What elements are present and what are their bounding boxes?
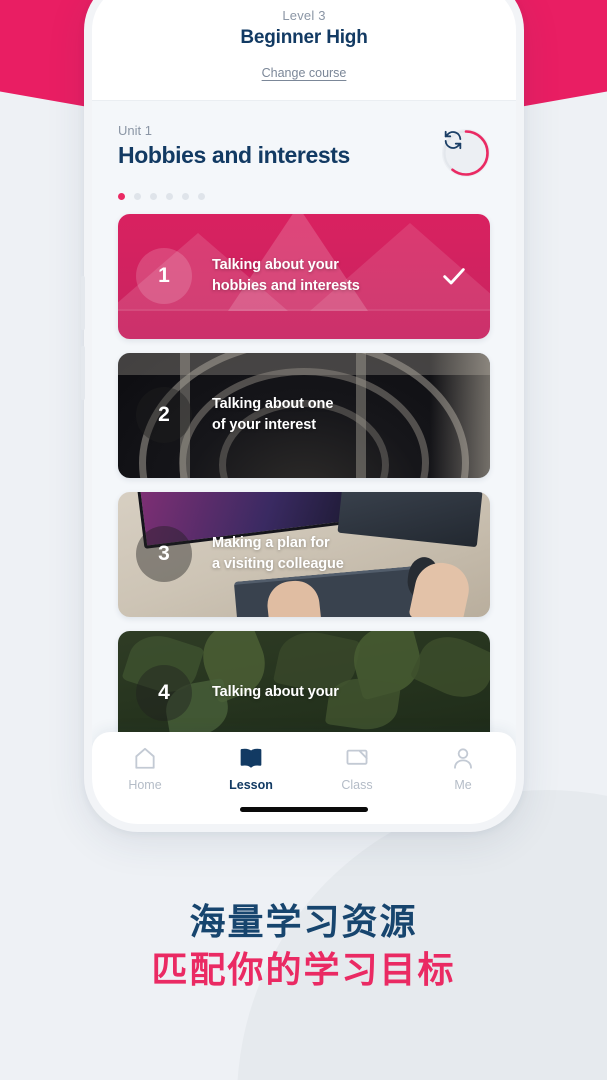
bottom-tab-bar: Home Lesson Class Me bbox=[92, 732, 516, 824]
unit-section: Unit 1 Hobbies and interests bbox=[92, 101, 516, 200]
tab-label-me: Me bbox=[454, 778, 472, 792]
tab-lesson[interactable]: Lesson bbox=[198, 745, 304, 824]
lesson-title-line-2: of your interest bbox=[212, 417, 316, 433]
tab-class[interactable]: Class bbox=[304, 745, 410, 824]
sync-arrows-icon bbox=[444, 130, 462, 149]
checkmark-icon bbox=[443, 268, 465, 285]
lesson-card-title: Talking about one of your interest bbox=[212, 394, 333, 436]
unit-title: Hobbies and interests bbox=[118, 141, 350, 168]
lesson-card[interactable]: 3 Making a plan for a visiting colleague bbox=[118, 491, 490, 617]
lesson-title-line-1: Talking about your bbox=[212, 684, 339, 701]
phone-volume-button-down bbox=[81, 346, 85, 400]
pagination-dot[interactable] bbox=[182, 192, 189, 200]
course-title: Beginner High bbox=[240, 26, 368, 48]
lesson-number-badge: 2 bbox=[136, 387, 192, 443]
pagination-dot[interactable] bbox=[166, 192, 173, 200]
lesson-card-list: 1 Talking about your hobbies and interes… bbox=[92, 200, 516, 756]
level-label: Level 3 bbox=[282, 8, 326, 23]
phone-mockup: Level 3 Beginner High Change course Unit… bbox=[81, 0, 524, 832]
course-header: Level 3 Beginner High Change course bbox=[92, 0, 516, 101]
home-indicator bbox=[240, 807, 368, 812]
unit-label: Unit 1 bbox=[118, 122, 152, 138]
tab-label-home: Home bbox=[128, 778, 162, 792]
unit-pagination-dots[interactable] bbox=[118, 192, 490, 200]
pagination-dot[interactable] bbox=[134, 192, 141, 200]
lesson-number-badge: 3 bbox=[136, 526, 192, 582]
tab-home[interactable]: Home bbox=[92, 745, 198, 824]
lesson-title-line-2: hobbies and interests bbox=[212, 278, 360, 294]
home-icon bbox=[135, 747, 155, 769]
lesson-card-title: Talking about your hobbies and interests bbox=[212, 255, 360, 297]
lesson-title-line-1: Talking about your bbox=[212, 256, 339, 273]
lesson-number-badge: 4 bbox=[136, 665, 192, 721]
lesson-card-title: Making a plan for a visiting colleague bbox=[212, 533, 344, 575]
phone-volume-button-up bbox=[81, 276, 85, 330]
lesson-title-line-2: a visiting colleague bbox=[212, 556, 344, 572]
person-icon bbox=[454, 748, 472, 769]
lesson-card[interactable]: 2 Talking about one of your interest bbox=[118, 352, 490, 478]
lesson-title-line-1: Making a plan for bbox=[212, 534, 330, 551]
marketing-caption: 海量学习资源 匹配你的学习目标 bbox=[0, 898, 607, 993]
change-course-link[interactable]: Change course bbox=[262, 66, 347, 80]
pagination-dot[interactable] bbox=[198, 192, 205, 200]
tab-label-class: Class bbox=[341, 778, 373, 792]
pagination-dot[interactable] bbox=[118, 192, 125, 200]
caption-line-2: 匹配你的学习目标 bbox=[151, 948, 456, 990]
lesson-card[interactable]: 1 Talking about your hobbies and interes… bbox=[118, 213, 490, 339]
screen-icon bbox=[346, 749, 368, 765]
book-icon bbox=[240, 748, 262, 768]
tab-me[interactable]: Me bbox=[410, 745, 516, 824]
refresh-sync-icon[interactable] bbox=[442, 128, 490, 177]
phone-screen: Level 3 Beginner High Change course Unit… bbox=[92, 0, 516, 824]
pagination-dot[interactable] bbox=[150, 192, 157, 200]
lesson-title-line-1: Talking about one bbox=[212, 395, 334, 412]
app-screenshot: Level 3 Beginner High Change course Unit… bbox=[0, 0, 607, 1080]
caption-line-1: 海量学习资源 bbox=[189, 901, 418, 942]
lesson-number-badge: 1 bbox=[136, 248, 192, 304]
lesson-card-title: Talking about your bbox=[212, 682, 339, 703]
tab-label-lesson: Lesson bbox=[229, 778, 273, 792]
